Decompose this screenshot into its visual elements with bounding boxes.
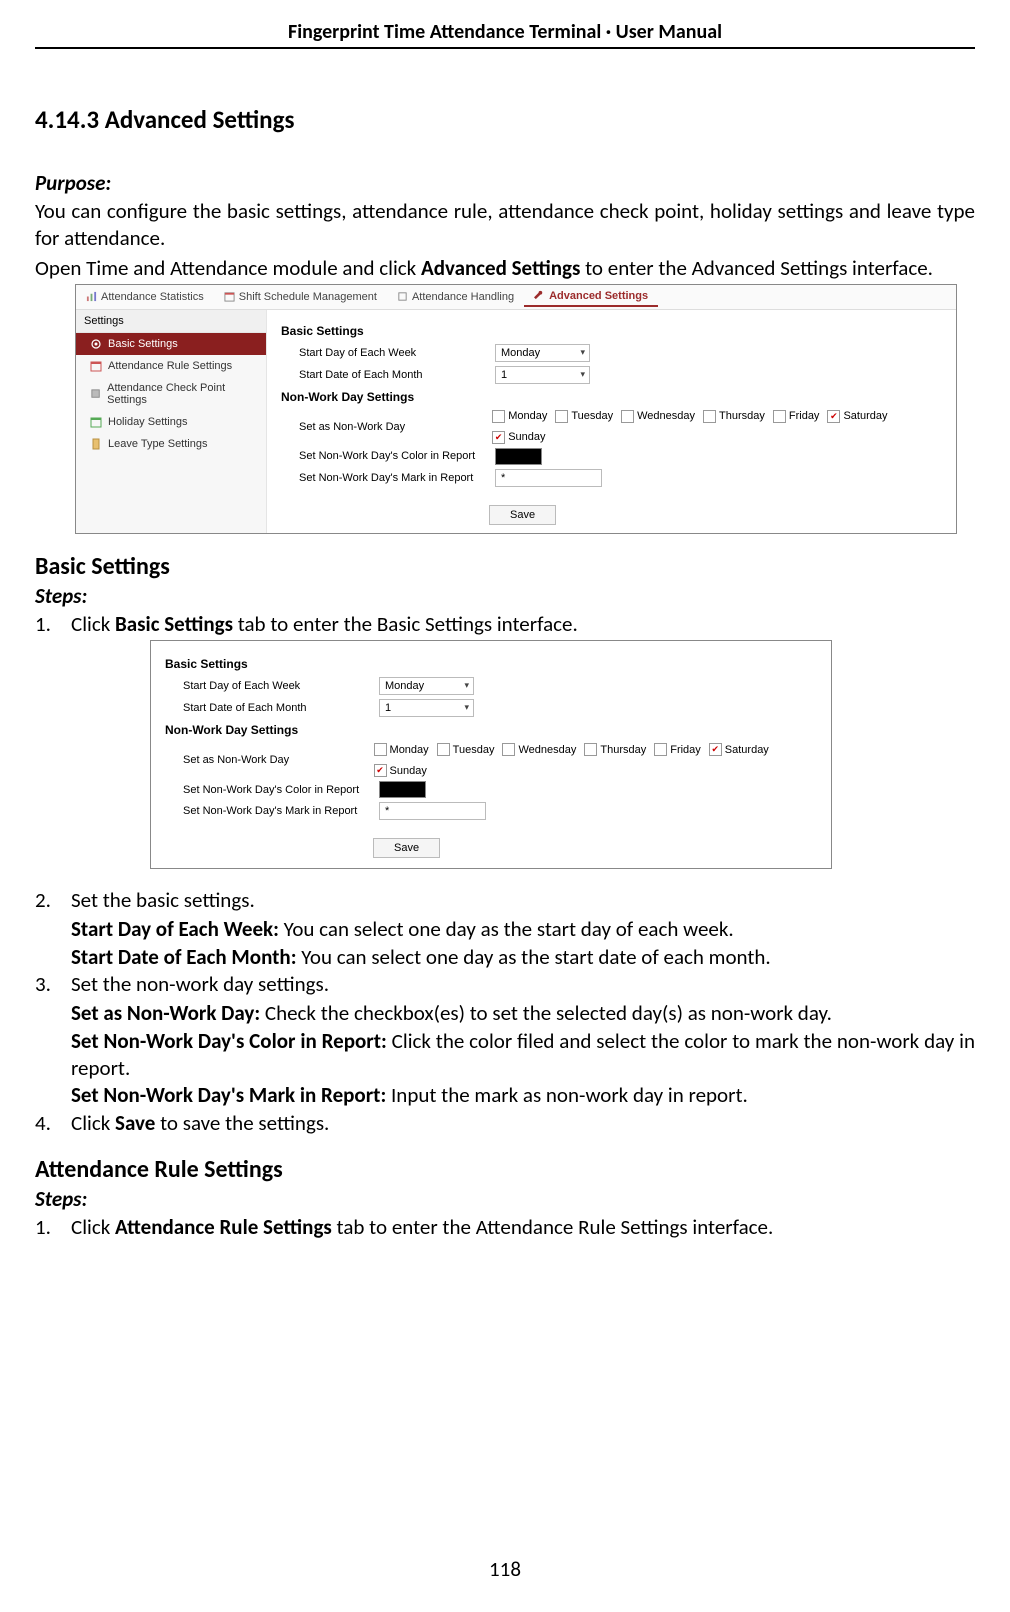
tab-label: Attendance Handling [412, 291, 514, 303]
step-2a: Start Day of Each Week: You can select o… [71, 916, 975, 943]
nonwork-color-picker[interactable] [495, 448, 542, 465]
sidebar-item-label: Attendance Rule Settings [108, 360, 232, 372]
save-button-2[interactable]: Save [373, 838, 440, 858]
tab-attendance-statistics[interactable]: Attendance Statistics [76, 288, 214, 306]
sidebar-item-leave-type[interactable]: Leave Type Settings [76, 433, 266, 455]
chk-saturday-2[interactable]: ✔Saturday [709, 743, 769, 756]
open-text-pre: Open Time and Attendance module and clic… [35, 255, 421, 281]
purpose-text: You can configure the basic settings, at… [35, 198, 975, 253]
start-day-dropdown-2[interactable]: Monday [379, 677, 474, 695]
calendar-icon [224, 291, 235, 302]
nonwork-mark-label-2: Set Non-Work Day's Mark in Report [183, 805, 373, 817]
purpose-label: Purpose: [35, 170, 975, 196]
page-header: Fingerprint Time Attendance Terminal · U… [35, 20, 975, 49]
nonwork-color-picker-2[interactable] [379, 781, 426, 798]
step-3a: Set as Non-Work Day: Check the checkbox(… [71, 1000, 975, 1027]
sidebar-item-basic-settings[interactable]: Basic Settings [76, 333, 266, 355]
tab-advanced-settings[interactable]: Advanced Settings [524, 287, 658, 307]
basic-settings-group-2: Basic Settings [165, 657, 817, 671]
set-nonwork-label-2: Set as Non-Work Day [183, 754, 368, 766]
start-day-dropdown[interactable]: Monday [495, 344, 590, 362]
start-date-dropdown[interactable]: 1 [495, 366, 590, 384]
step-3: 3. Set the non-work day settings. [35, 971, 975, 998]
nonwork-mark-input-2[interactable]: * [379, 802, 486, 820]
tab-attendance-handling[interactable]: Attendance Handling [387, 288, 524, 306]
bar-chart-icon [86, 291, 97, 302]
gear-icon [90, 338, 102, 350]
step-2b: Start Date of Each Month: You can select… [71, 944, 975, 971]
start-day-label: Start Day of Each Week [299, 347, 489, 359]
attendance-step-1: 1. Click Attendance Rule Settings tab to… [35, 1214, 975, 1241]
open-text-bold: Advanced Settings [421, 255, 580, 281]
steps-label-2: Steps: [35, 1186, 975, 1212]
sidebar-item-label: Attendance Check Point Settings [107, 382, 256, 406]
chk-tuesday-2[interactable]: Tuesday [437, 743, 495, 756]
tab-label: Shift Schedule Management [239, 291, 377, 303]
nonwork-color-label: Set Non-Work Day's Color in Report [299, 450, 489, 462]
step-3c: Set Non-Work Day's Mark in Report: Input… [71, 1082, 975, 1109]
sidebar-item-attendance-rule[interactable]: Attendance Rule Settings [76, 355, 266, 377]
nonwork-color-label-2: Set Non-Work Day's Color in Report [183, 784, 373, 796]
save-button[interactable]: Save [489, 505, 556, 525]
nonwork-settings-group-2: Non-Work Day Settings [165, 723, 817, 737]
chk-tuesday[interactable]: Tuesday [555, 410, 613, 423]
settings-sidebar: Settings Basic Settings Attendance Rule … [76, 310, 267, 533]
steps-label-1: Steps: [35, 583, 975, 609]
handling-icon [397, 291, 408, 302]
app-tabs: Attendance Statistics Shift Schedule Man… [76, 285, 956, 310]
step-3b: Set Non-Work Day's Color in Report: Clic… [71, 1028, 975, 1083]
tab-label: Attendance Statistics [101, 291, 204, 303]
chk-saturday[interactable]: ✔Saturday [827, 410, 887, 423]
basic-settings-screenshot: Basic Settings Start Day of Each Week Mo… [150, 640, 832, 869]
device-icon [90, 388, 101, 400]
start-date-dropdown-2[interactable]: 1 [379, 699, 474, 717]
chk-thursday-2[interactable]: Thursday [584, 743, 646, 756]
set-nonwork-label: Set as Non-Work Day [299, 421, 486, 433]
sidebar-title: Settings [76, 310, 266, 333]
sidebar-item-label: Basic Settings [108, 338, 178, 350]
nonwork-mark-label: Set Non-Work Day's Mark in Report [299, 472, 489, 484]
chk-wednesday[interactable]: Wednesday [621, 410, 695, 423]
settings-content: Basic Settings Start Day of Each Week Mo… [267, 310, 956, 533]
advanced-settings-screenshot: Attendance Statistics Shift Schedule Man… [75, 284, 957, 534]
step-1: 1. Click Basic Settings tab to enter the… [35, 611, 975, 638]
chk-monday-2[interactable]: Monday [374, 743, 429, 756]
chk-sunday[interactable]: ✔Sunday [492, 431, 545, 444]
sidebar-item-label: Leave Type Settings [108, 438, 207, 450]
chk-thursday[interactable]: Thursday [703, 410, 765, 423]
holiday-icon [90, 416, 102, 428]
sidebar-item-label: Holiday Settings [108, 416, 188, 428]
basic-settings-group: Basic Settings [281, 324, 942, 338]
chk-monday[interactable]: Monday [492, 410, 547, 423]
nonwork-day-checkboxes: Monday Tuesday Wednesday Thursday Friday… [492, 410, 942, 444]
basic-settings-heading: Basic Settings [35, 552, 975, 581]
sidebar-item-check-point[interactable]: Attendance Check Point Settings [76, 377, 266, 411]
tab-shift-schedule[interactable]: Shift Schedule Management [214, 288, 387, 306]
step-2: 2. Set the basic settings. [35, 887, 975, 914]
wrench-icon [534, 290, 545, 301]
chk-friday-2[interactable]: Friday [654, 743, 701, 756]
start-date-label: Start Date of Each Month [299, 369, 489, 381]
calendar-icon [90, 360, 102, 372]
door-icon [90, 438, 102, 450]
nonwork-mark-input[interactable]: * [495, 469, 602, 487]
chk-wednesday-2[interactable]: Wednesday [502, 743, 576, 756]
chk-friday[interactable]: Friday [773, 410, 820, 423]
chk-sunday-2[interactable]: ✔Sunday [374, 764, 427, 777]
start-date-label-2: Start Date of Each Month [183, 702, 373, 714]
page-number: 118 [0, 1556, 1010, 1582]
section-title: 4.14.3 Advanced Settings [35, 104, 975, 135]
open-text-post: to enter the Advanced Settings interface… [580, 255, 933, 281]
open-instruction: Open Time and Attendance module and clic… [35, 255, 975, 282]
tab-label: Advanced Settings [549, 290, 648, 302]
nonwork-day-checkboxes-2: Monday Tuesday Wednesday Thursday Friday… [374, 743, 817, 777]
sidebar-item-holiday[interactable]: Holiday Settings [76, 411, 266, 433]
step-4: 4. Click Save to save the settings. [35, 1110, 975, 1137]
nonwork-settings-group: Non-Work Day Settings [281, 390, 942, 404]
start-day-label-2: Start Day of Each Week [183, 680, 373, 692]
attendance-rule-heading: Attendance Rule Settings [35, 1155, 975, 1184]
